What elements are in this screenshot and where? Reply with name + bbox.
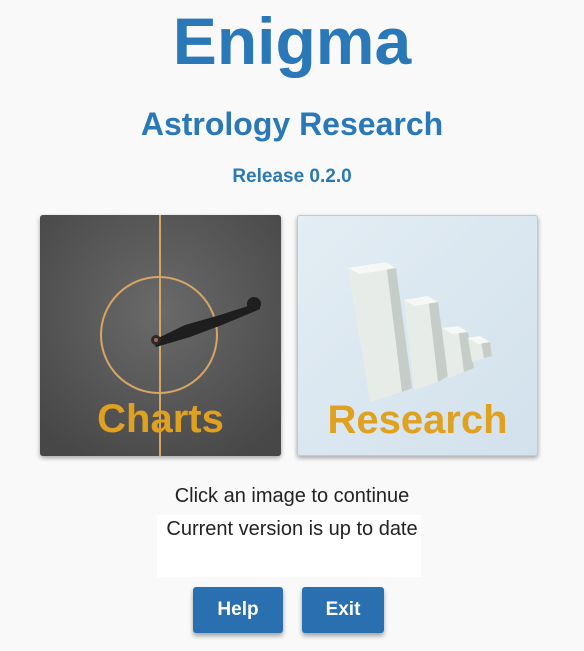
research-label: Research [327,398,508,442]
exit-button[interactable]: Exit [302,587,384,633]
instruction-text: Click an image to continue [174,485,410,507]
release-version: Release 0.2.0 [232,166,352,187]
research-tile[interactable]: Research [297,215,538,456]
start-screen: Enigma Astrology Research Release 0.2.0 … [0,0,584,651]
version-status: Current version is up to date [166,518,418,540]
charts-label: Charts [97,397,224,441]
app-subtitle: Astrology Research [140,106,444,142]
charts-tile[interactable]: Charts [40,215,281,456]
help-button[interactable]: Help [193,587,283,633]
app-title: Enigma [172,4,412,78]
